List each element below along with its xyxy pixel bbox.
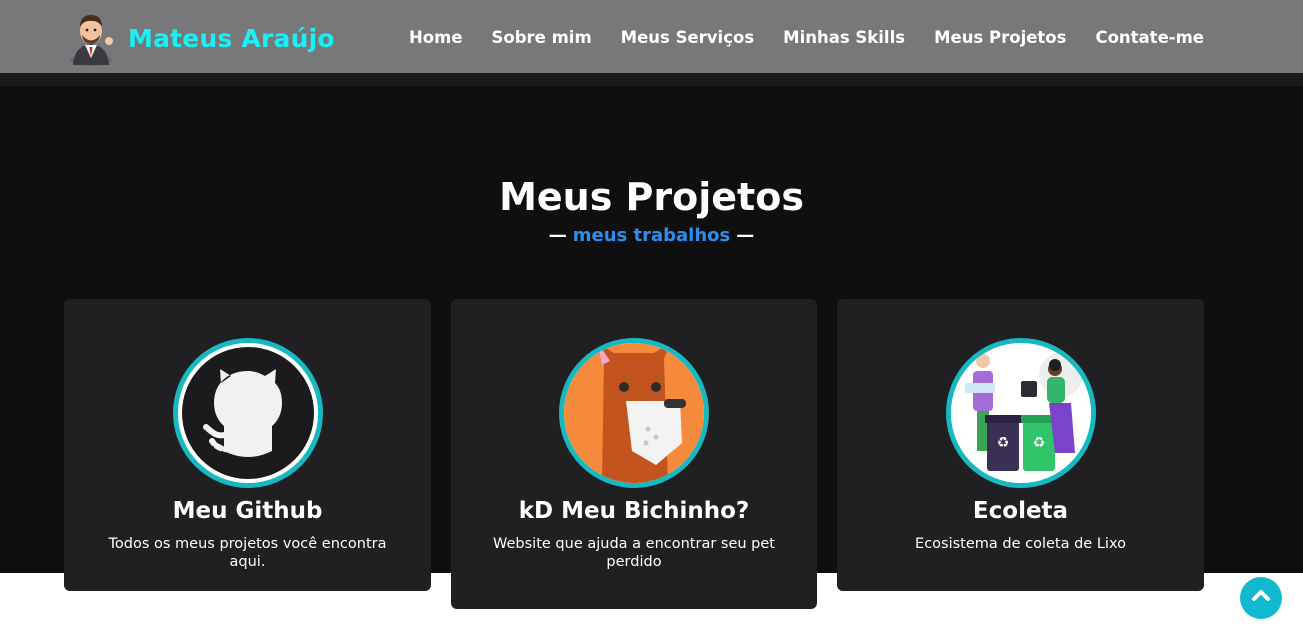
project-description: Website que ajuda a encontrar seu pet pe…	[493, 536, 775, 570]
nav-menu: Home Sobre mim Meus Serviços Minhas Skil…	[409, 28, 1204, 47]
scroll-to-top-button[interactable]	[1240, 577, 1282, 619]
subtitle-text: meus trabalhos	[572, 225, 731, 246]
navbar: Mateus Araújo Home Sobre mim Meus Serviç…	[0, 0, 1303, 73]
project-title: Ecoleta	[972, 498, 1069, 524]
businessman-avatar-icon	[68, 10, 114, 66]
github-octocat-icon	[172, 338, 323, 488]
project-description: Todos os meus projetos você encontra aqu…	[108, 536, 387, 570]
dog-face-icon	[559, 338, 709, 488]
section-title: Meus Projetos	[499, 175, 804, 219]
subtitle-dash-right: —	[736, 225, 755, 246]
project-title: kD Meu Bichinho?	[518, 498, 750, 524]
svg-text:♻: ♻	[996, 435, 1009, 451]
nav-link-sobre-mim[interactable]: Sobre mim	[492, 28, 592, 47]
project-card-github[interactable]: Meu Github Todos os meus projetos você e…	[64, 299, 431, 591]
nav-link-home[interactable]: Home	[409, 28, 463, 47]
chevron-up-icon	[1250, 585, 1272, 611]
brand-name: Mateus Araújo	[128, 23, 335, 53]
nav-link-meus-projetos[interactable]: Meus Projetos	[934, 28, 1066, 47]
section-subtitle: — meus trabalhos —	[0, 225, 1303, 246]
brand-link[interactable]: Mateus Araújo	[68, 10, 335, 66]
project-title: Meu Github	[172, 498, 323, 524]
section-divider	[0, 73, 1303, 86]
project-card-kd-meu-bichinho[interactable]: kD Meu Bichinho? Website que ajuda a enc…	[451, 299, 817, 609]
nav-link-contate-me[interactable]: Contate-me	[1095, 28, 1204, 47]
recycling-people-icon: ♻ ♻	[945, 338, 1096, 488]
subtitle-dash-left: —	[548, 225, 567, 246]
project-description: Ecosistema de coleta de Lixo	[915, 536, 1126, 552]
nav-link-minhas-skills[interactable]: Minhas Skills	[783, 28, 905, 47]
nav-link-meus-servicos[interactable]: Meus Serviços	[621, 28, 754, 47]
svg-text:♻: ♻	[1032, 435, 1045, 451]
project-card-ecoleta[interactable]: ♻ ♻ Ecoleta Ecosistema de coleta de Lixo	[837, 299, 1204, 591]
